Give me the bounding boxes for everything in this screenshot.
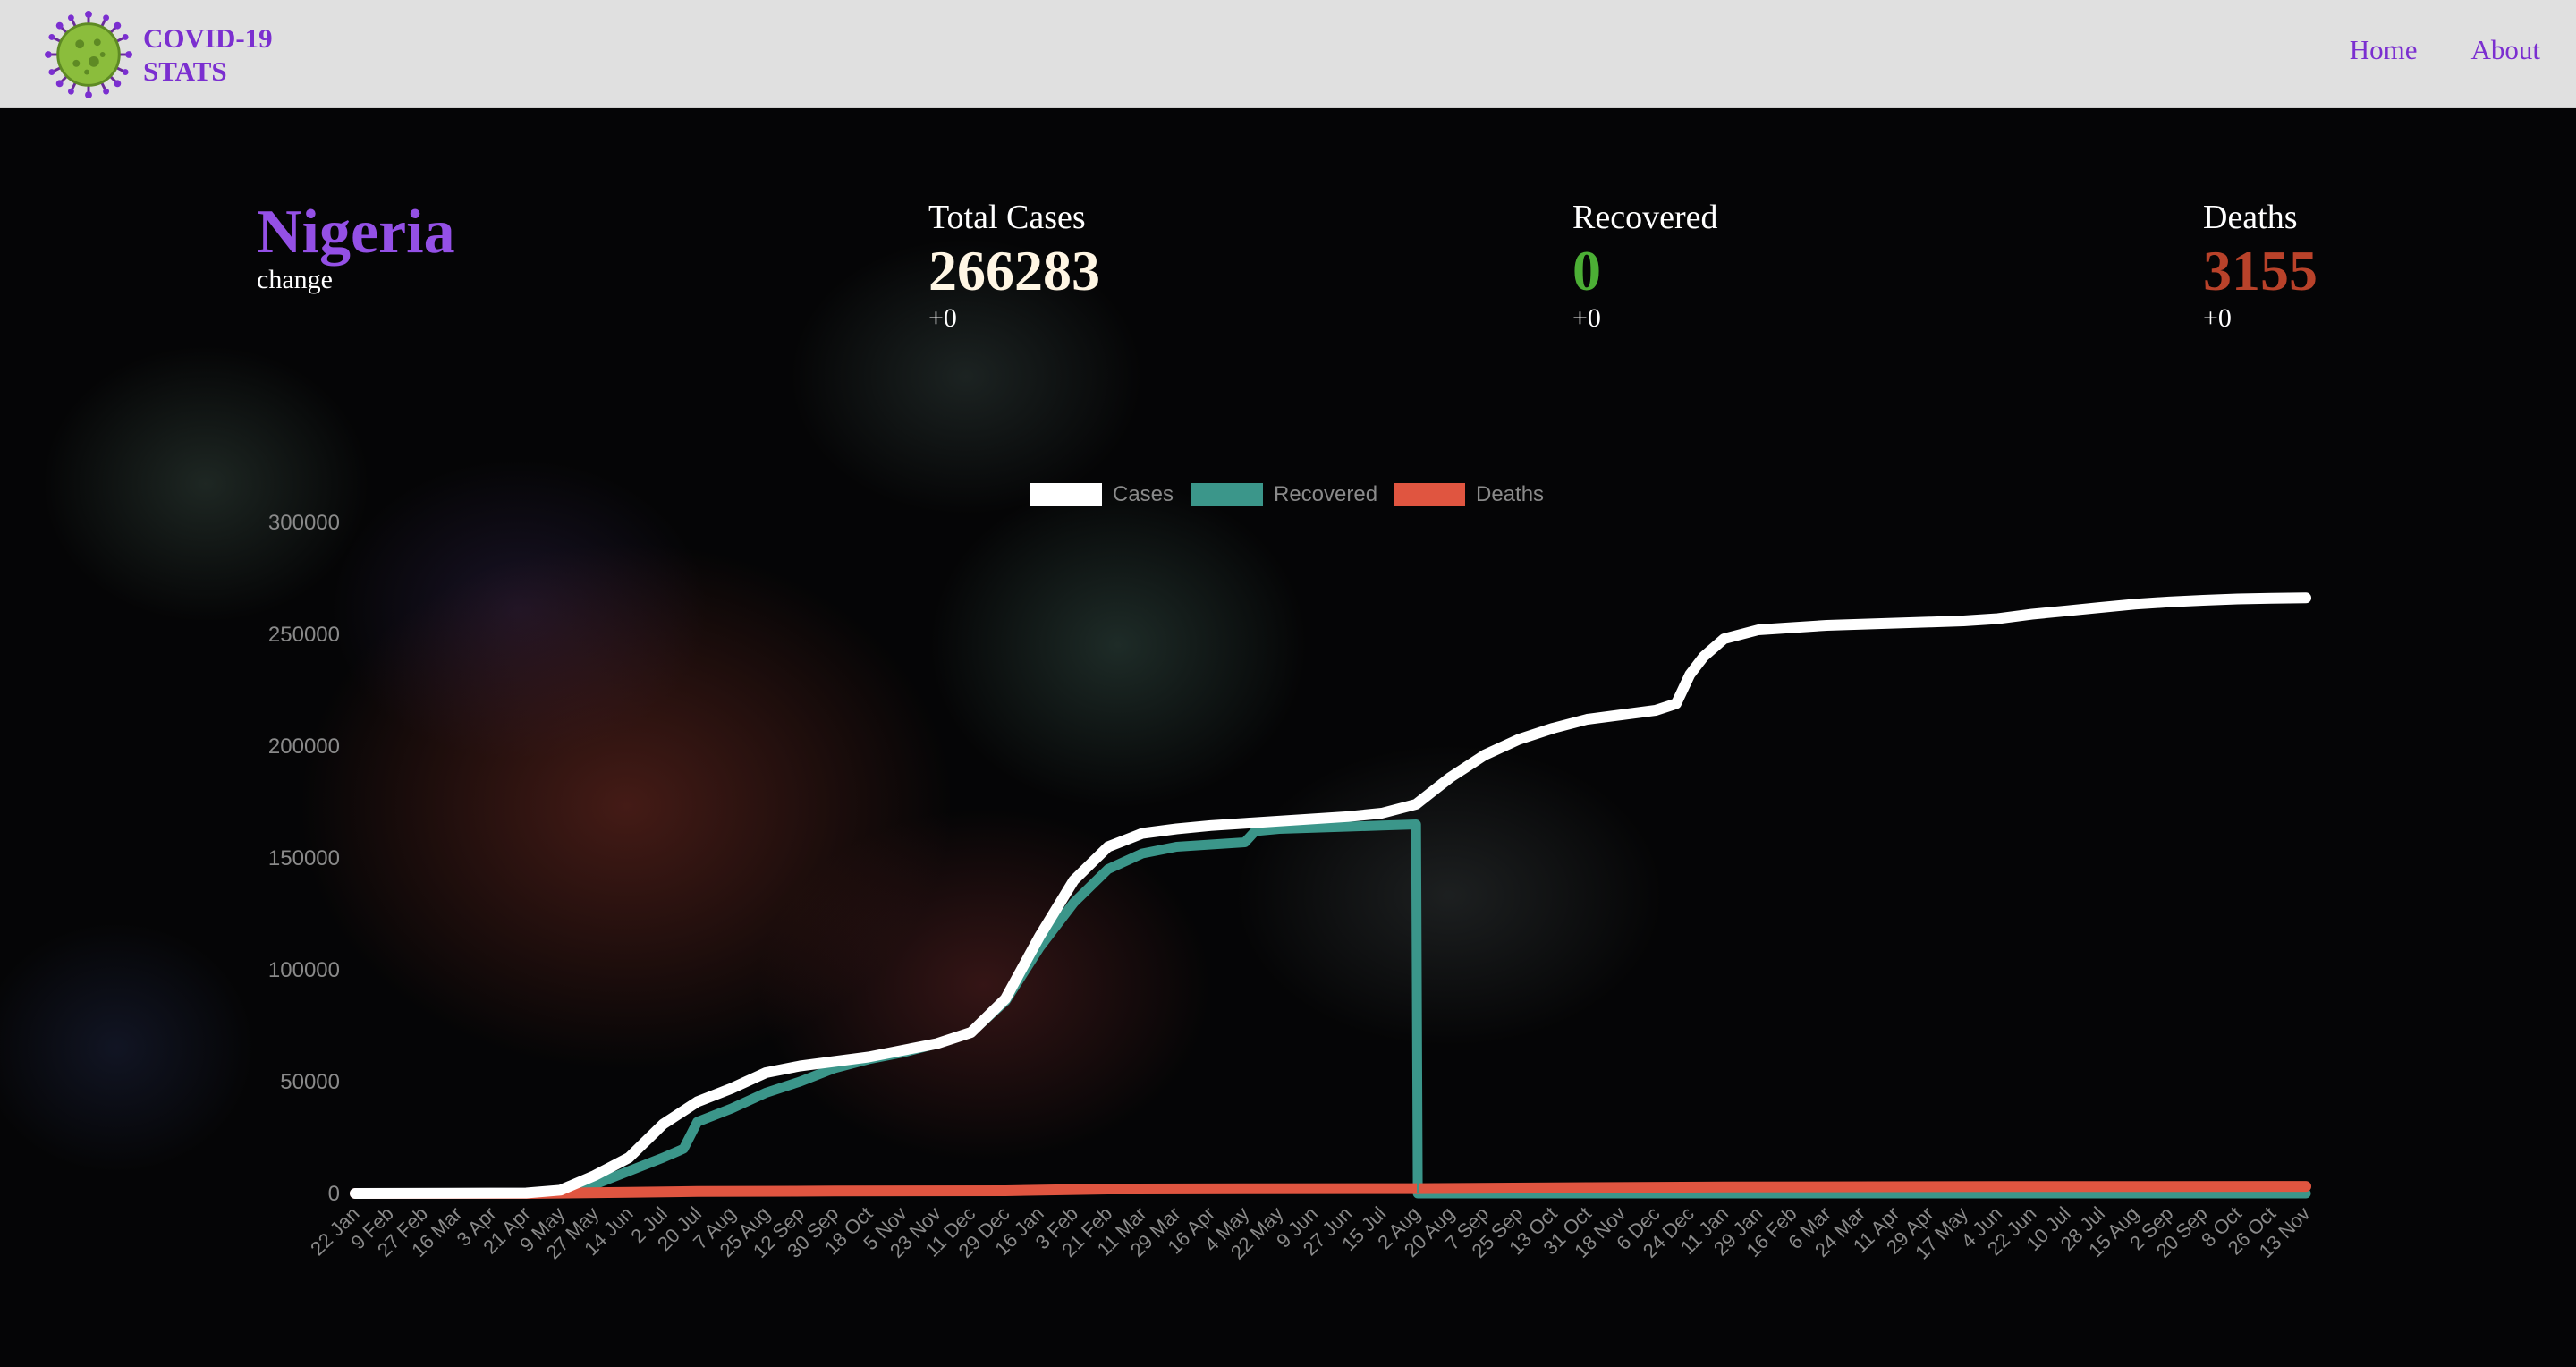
- brand-text: COVID-19 STATS: [143, 21, 273, 88]
- stat-delta: +0: [2203, 303, 2232, 333]
- stat-value: 266283: [928, 239, 1100, 302]
- brand-line-2: STATS: [143, 55, 227, 87]
- stat-total-cases: Total Cases 266283 +0: [928, 195, 1100, 336]
- stat-deaths: Deaths 3155 +0: [2203, 195, 2318, 336]
- covid-line-chart: Cases Recovered Deaths 0 50000 100000 150000 20…: [268, 482, 2315, 1264]
- brand[interactable]: COVID-19 STATS: [45, 11, 273, 98]
- stat-label: Recovered: [1572, 199, 1718, 236]
- y-tick-label: 50000: [280, 1070, 340, 1094]
- y-tick-label: 250000: [268, 623, 340, 647]
- series-line-cases: [350, 592, 2311, 1199]
- stat-value: 3155: [2203, 239, 2318, 302]
- legend-label: Recovered: [1274, 482, 1377, 506]
- legend-label: Deaths: [1476, 482, 1544, 506]
- brand-line-1: COVID-19: [143, 22, 273, 54]
- stat-delta: +0: [928, 303, 957, 333]
- stat-label: Deaths: [2203, 199, 2298, 236]
- stat-recovered: Recovered 0 +0: [1572, 195, 1717, 336]
- y-tick-label: 0: [328, 1182, 340, 1206]
- y-tick-label: 200000: [268, 734, 340, 759]
- country-block: Nigeria change: [257, 195, 455, 295]
- legend-swatch: [1394, 483, 1465, 506]
- nav-links: Home About: [2296, 34, 2540, 66]
- nav-link-home[interactable]: Home: [2350, 34, 2418, 66]
- legend-swatch: [1030, 483, 1102, 506]
- country-name: Nigeria: [257, 198, 455, 267]
- navbar: COVID-19 STATS Home About: [0, 0, 2576, 108]
- y-tick-label: 150000: [268, 846, 340, 870]
- stat-label: Total Cases: [928, 199, 1086, 236]
- legend-label: Cases: [1113, 482, 1174, 506]
- legend-swatch: [1191, 483, 1263, 506]
- y-tick-label: 100000: [268, 958, 340, 982]
- stat-value: 0: [1572, 239, 1601, 302]
- nav-link-about[interactable]: About: [2471, 34, 2541, 66]
- stat-delta: +0: [1572, 303, 1601, 333]
- y-tick-label: 300000: [268, 511, 340, 535]
- virus-logo-icon: [45, 11, 132, 98]
